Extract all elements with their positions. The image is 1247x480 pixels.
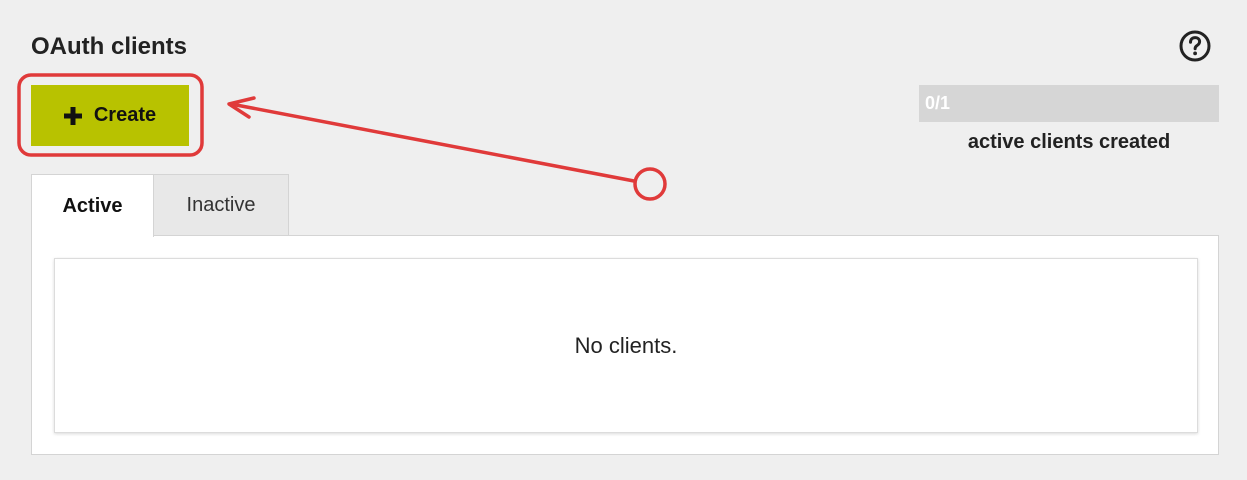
tab-panel: No clients. [31, 235, 1219, 455]
annotation-arrow-head [227, 96, 256, 119]
page-title: OAuth clients [31, 33, 188, 60]
empty-state-card: No clients. [54, 258, 1198, 433]
tab-inactive-label: Inactive [186, 193, 256, 216]
create-button-label: Create [93, 104, 157, 126]
empty-state-message: No clients. [574, 332, 678, 358]
usage-progress-bar: 0/1 [919, 85, 1219, 122]
annotation-circle-marker [633, 167, 667, 201]
tab-active-label: Active [62, 194, 123, 217]
tab-inactive[interactable]: Inactive [153, 174, 289, 236]
annotation-arrow-line [229, 102, 636, 183]
usage-caption: active clients created [967, 131, 1171, 153]
tab-active[interactable]: Active [31, 174, 154, 237]
usage-count: 0/1 [925, 93, 951, 113]
plus-icon [63, 106, 82, 125]
help-icon[interactable] [1178, 29, 1212, 63]
create-button[interactable]: Create [31, 85, 189, 146]
